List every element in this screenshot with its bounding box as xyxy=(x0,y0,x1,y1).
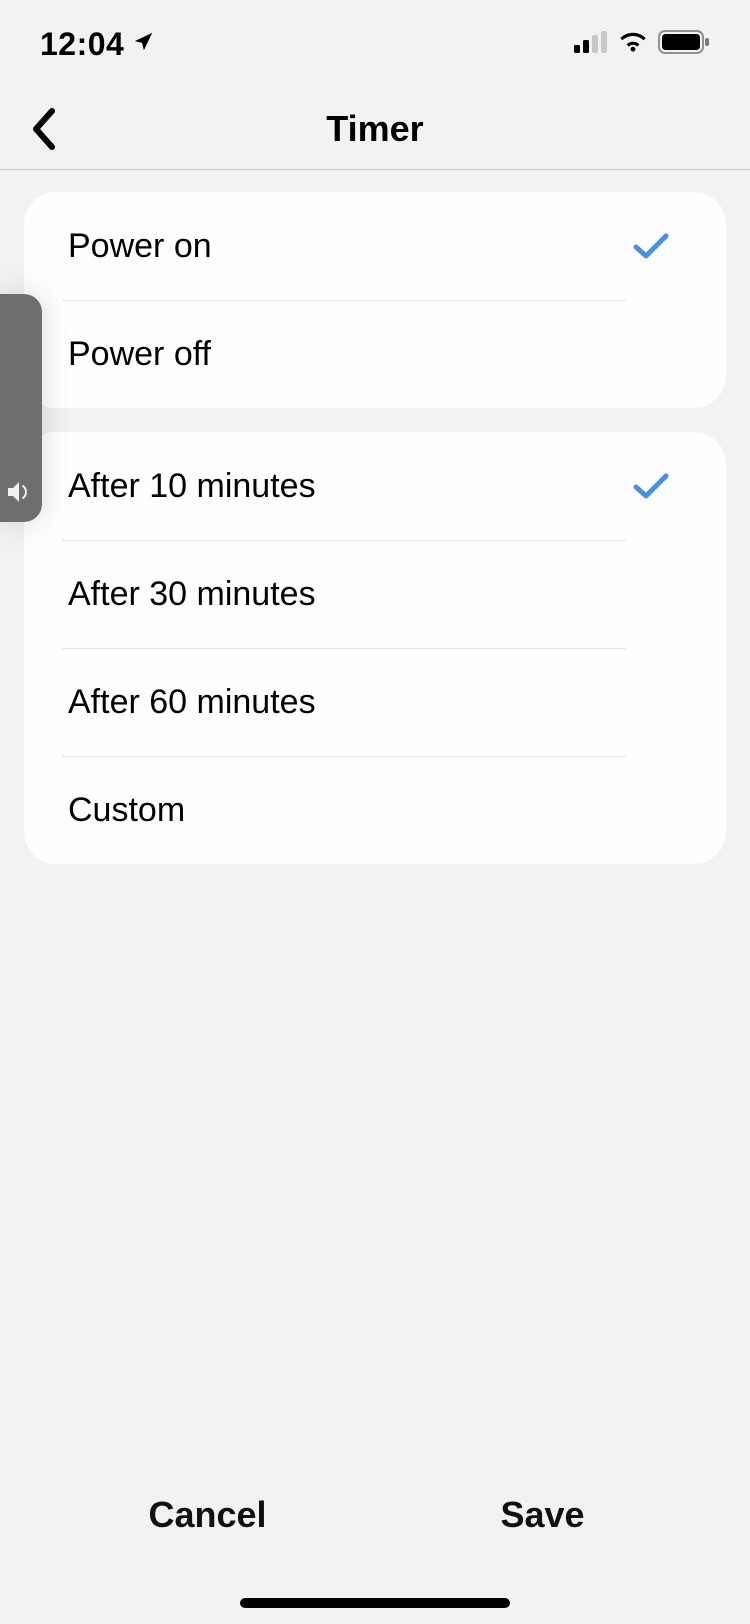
option-power-off[interactable]: Power off xyxy=(24,300,726,408)
page-title: Timer xyxy=(326,108,423,150)
option-label: Power on xyxy=(68,227,212,266)
option-label: Power off xyxy=(68,335,211,374)
status-right xyxy=(574,30,710,59)
option-power-on[interactable]: Power on xyxy=(24,192,726,300)
status-left: 12:04 xyxy=(40,26,154,63)
duration-options-card: After 10 minutes After 30 minutes After … xyxy=(24,432,726,864)
option-label: After 30 minutes xyxy=(68,575,316,614)
wifi-icon xyxy=(618,31,648,58)
location-icon xyxy=(132,31,154,58)
cancel-button[interactable]: Cancel xyxy=(40,1494,375,1536)
power-options-card: Power on Power off xyxy=(24,192,726,408)
status-time: 12:04 xyxy=(40,26,124,63)
cellular-icon xyxy=(574,31,608,58)
option-custom[interactable]: Custom xyxy=(24,756,726,864)
option-after-10-minutes[interactable]: After 10 minutes xyxy=(24,432,726,540)
option-after-60-minutes[interactable]: After 60 minutes xyxy=(24,648,726,756)
status-bar: 12:04 xyxy=(0,0,750,88)
back-button[interactable] xyxy=(18,104,68,154)
chevron-left-icon xyxy=(30,107,56,151)
content: Power on Power off After 10 minutes Afte… xyxy=(0,170,750,864)
speaker-icon xyxy=(8,481,34,508)
option-label: Custom xyxy=(68,791,185,830)
option-after-30-minutes[interactable]: After 30 minutes xyxy=(24,540,726,648)
option-label: After 60 minutes xyxy=(68,683,316,722)
bottom-bar: Cancel Save xyxy=(0,1444,750,1624)
option-label: After 10 minutes xyxy=(68,467,316,506)
check-icon xyxy=(632,227,670,265)
volume-overlay xyxy=(0,294,42,522)
save-button[interactable]: Save xyxy=(375,1494,710,1536)
home-indicator xyxy=(240,1598,510,1608)
check-icon xyxy=(632,467,670,505)
nav-bar: Timer xyxy=(0,88,750,170)
battery-icon xyxy=(658,30,710,59)
